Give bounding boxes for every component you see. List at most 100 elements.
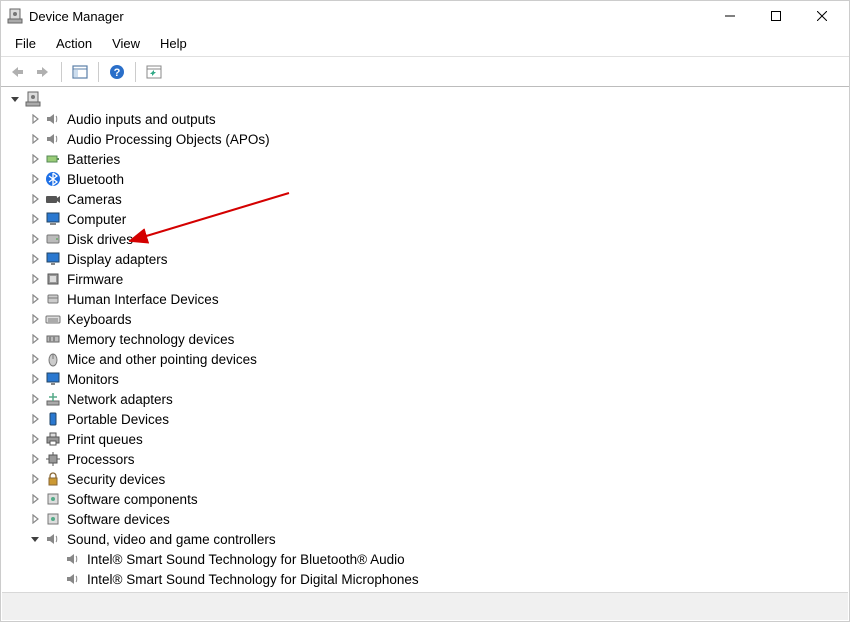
printer-icon bbox=[45, 431, 61, 447]
tree-item[interactable]: Security devices bbox=[3, 469, 849, 489]
device-tree[interactable]: Audio inputs and outputs Audio Processing… bbox=[1, 87, 849, 591]
expand-icon[interactable] bbox=[27, 271, 43, 287]
expand-icon[interactable] bbox=[27, 371, 43, 387]
tree-item-label: Print queues bbox=[67, 432, 143, 447]
expand-icon[interactable] bbox=[27, 431, 43, 447]
expand-icon[interactable] bbox=[27, 491, 43, 507]
speaker-icon bbox=[45, 131, 61, 147]
tree-item[interactable]: Print queues bbox=[3, 429, 849, 449]
root-icon bbox=[25, 91, 41, 107]
expand-icon[interactable] bbox=[27, 411, 43, 427]
tree-item[interactable]: Software devices bbox=[3, 509, 849, 529]
security-icon bbox=[45, 471, 61, 487]
tree-item-label: Software components bbox=[67, 492, 198, 507]
tree-item[interactable]: Disk drives bbox=[3, 229, 849, 249]
tree-item-label: Human Interface Devices bbox=[67, 292, 219, 307]
tree-item-label: Intel® Smart Sound Technology for Blueto… bbox=[87, 552, 405, 567]
menu-action[interactable]: Action bbox=[46, 33, 102, 54]
tree-item-label: Disk drives bbox=[67, 232, 133, 247]
help-button[interactable]: ? bbox=[105, 60, 129, 84]
expand-icon bbox=[47, 551, 63, 567]
tree-item[interactable]: Sound, video and game controllers bbox=[3, 529, 849, 549]
disk-icon bbox=[45, 231, 61, 247]
network-icon bbox=[45, 391, 61, 407]
tree-item[interactable]: Intel® Smart Sound Technology for Blueto… bbox=[3, 549, 849, 569]
expand-icon[interactable] bbox=[27, 231, 43, 247]
tree-item[interactable]: Network adapters bbox=[3, 389, 849, 409]
expand-icon[interactable] bbox=[27, 131, 43, 147]
tree-item[interactable]: Keyboards bbox=[3, 309, 849, 329]
tree-item-label: Software devices bbox=[67, 512, 170, 527]
expand-icon[interactable] bbox=[27, 351, 43, 367]
tree-item[interactable]: Computer bbox=[3, 209, 849, 229]
close-button[interactable] bbox=[799, 1, 845, 31]
tree-item[interactable]: Intel® Smart Sound Technology for USB Au… bbox=[3, 589, 849, 591]
computer-icon bbox=[45, 211, 61, 227]
tree-item[interactable]: Memory technology devices bbox=[3, 329, 849, 349]
toolbar-separator bbox=[61, 62, 62, 82]
tree-item[interactable]: Batteries bbox=[3, 149, 849, 169]
tree-item[interactable]: Human Interface Devices bbox=[3, 289, 849, 309]
expand-icon[interactable] bbox=[27, 451, 43, 467]
display-icon bbox=[45, 251, 61, 267]
nav-forward-button[interactable] bbox=[31, 60, 55, 84]
menubar: File Action View Help bbox=[1, 31, 849, 57]
tree-item-label: Intel® Smart Sound Technology for Digita… bbox=[87, 572, 419, 587]
tree-item[interactable]: Audio Processing Objects (APOs) bbox=[3, 129, 849, 149]
mouse-icon bbox=[45, 351, 61, 367]
tree-item[interactable]: Bluetooth bbox=[3, 169, 849, 189]
expand-icon[interactable] bbox=[27, 171, 43, 187]
expand-icon[interactable] bbox=[27, 211, 43, 227]
tree-item-label: Network adapters bbox=[67, 392, 173, 407]
nav-back-button[interactable] bbox=[5, 60, 29, 84]
menu-help[interactable]: Help bbox=[150, 33, 197, 54]
expand-icon[interactable] bbox=[27, 331, 43, 347]
expand-icon[interactable] bbox=[27, 111, 43, 127]
expand-icon bbox=[47, 571, 63, 587]
expand-icon[interactable] bbox=[27, 391, 43, 407]
tree-item[interactable] bbox=[3, 89, 849, 109]
tree-item[interactable]: Monitors bbox=[3, 369, 849, 389]
expand-icon[interactable] bbox=[27, 511, 43, 527]
menu-view[interactable]: View bbox=[102, 33, 150, 54]
minimize-button[interactable] bbox=[707, 1, 753, 31]
menu-file[interactable]: File bbox=[5, 33, 46, 54]
tree-item-label: Sound, video and game controllers bbox=[67, 532, 276, 547]
expand-icon[interactable] bbox=[27, 251, 43, 267]
portable-icon bbox=[45, 411, 61, 427]
maximize-button[interactable] bbox=[753, 1, 799, 31]
tree-item[interactable]: Cameras bbox=[3, 189, 849, 209]
expand-icon[interactable] bbox=[27, 151, 43, 167]
tree-item[interactable]: Portable Devices bbox=[3, 409, 849, 429]
toolbar-separator bbox=[98, 62, 99, 82]
tree-item[interactable]: Software components bbox=[3, 489, 849, 509]
speaker-icon bbox=[65, 551, 81, 567]
software-icon bbox=[45, 511, 61, 527]
expand-icon[interactable] bbox=[27, 311, 43, 327]
collapse-icon[interactable] bbox=[7, 91, 23, 107]
tree-item-label: Keyboards bbox=[67, 312, 132, 327]
tree-item-label: Cameras bbox=[67, 192, 122, 207]
bluetooth-icon bbox=[45, 171, 61, 187]
software-icon bbox=[45, 491, 61, 507]
scan-hardware-button[interactable] bbox=[142, 60, 166, 84]
tree-item[interactable]: Mice and other pointing devices bbox=[3, 349, 849, 369]
collapse-icon[interactable] bbox=[27, 531, 43, 547]
battery-icon bbox=[45, 151, 61, 167]
camera-icon bbox=[45, 191, 61, 207]
expand-icon[interactable] bbox=[27, 291, 43, 307]
toolbar-separator bbox=[135, 62, 136, 82]
tree-item[interactable]: Firmware bbox=[3, 269, 849, 289]
tree-item-label: Processors bbox=[67, 452, 135, 467]
tree-item[interactable]: Audio inputs and outputs bbox=[3, 109, 849, 129]
toolbar: ? bbox=[1, 57, 849, 87]
tree-item-label: Batteries bbox=[67, 152, 120, 167]
hid-icon bbox=[45, 291, 61, 307]
show-hide-console-button[interactable] bbox=[68, 60, 92, 84]
tree-item[interactable]: Display adapters bbox=[3, 249, 849, 269]
tree-item[interactable]: Processors bbox=[3, 449, 849, 469]
tree-item[interactable]: Intel® Smart Sound Technology for Digita… bbox=[3, 569, 849, 589]
expand-icon[interactable] bbox=[27, 471, 43, 487]
expand-icon[interactable] bbox=[27, 191, 43, 207]
tree-item-label: Audio Processing Objects (APOs) bbox=[67, 132, 270, 147]
